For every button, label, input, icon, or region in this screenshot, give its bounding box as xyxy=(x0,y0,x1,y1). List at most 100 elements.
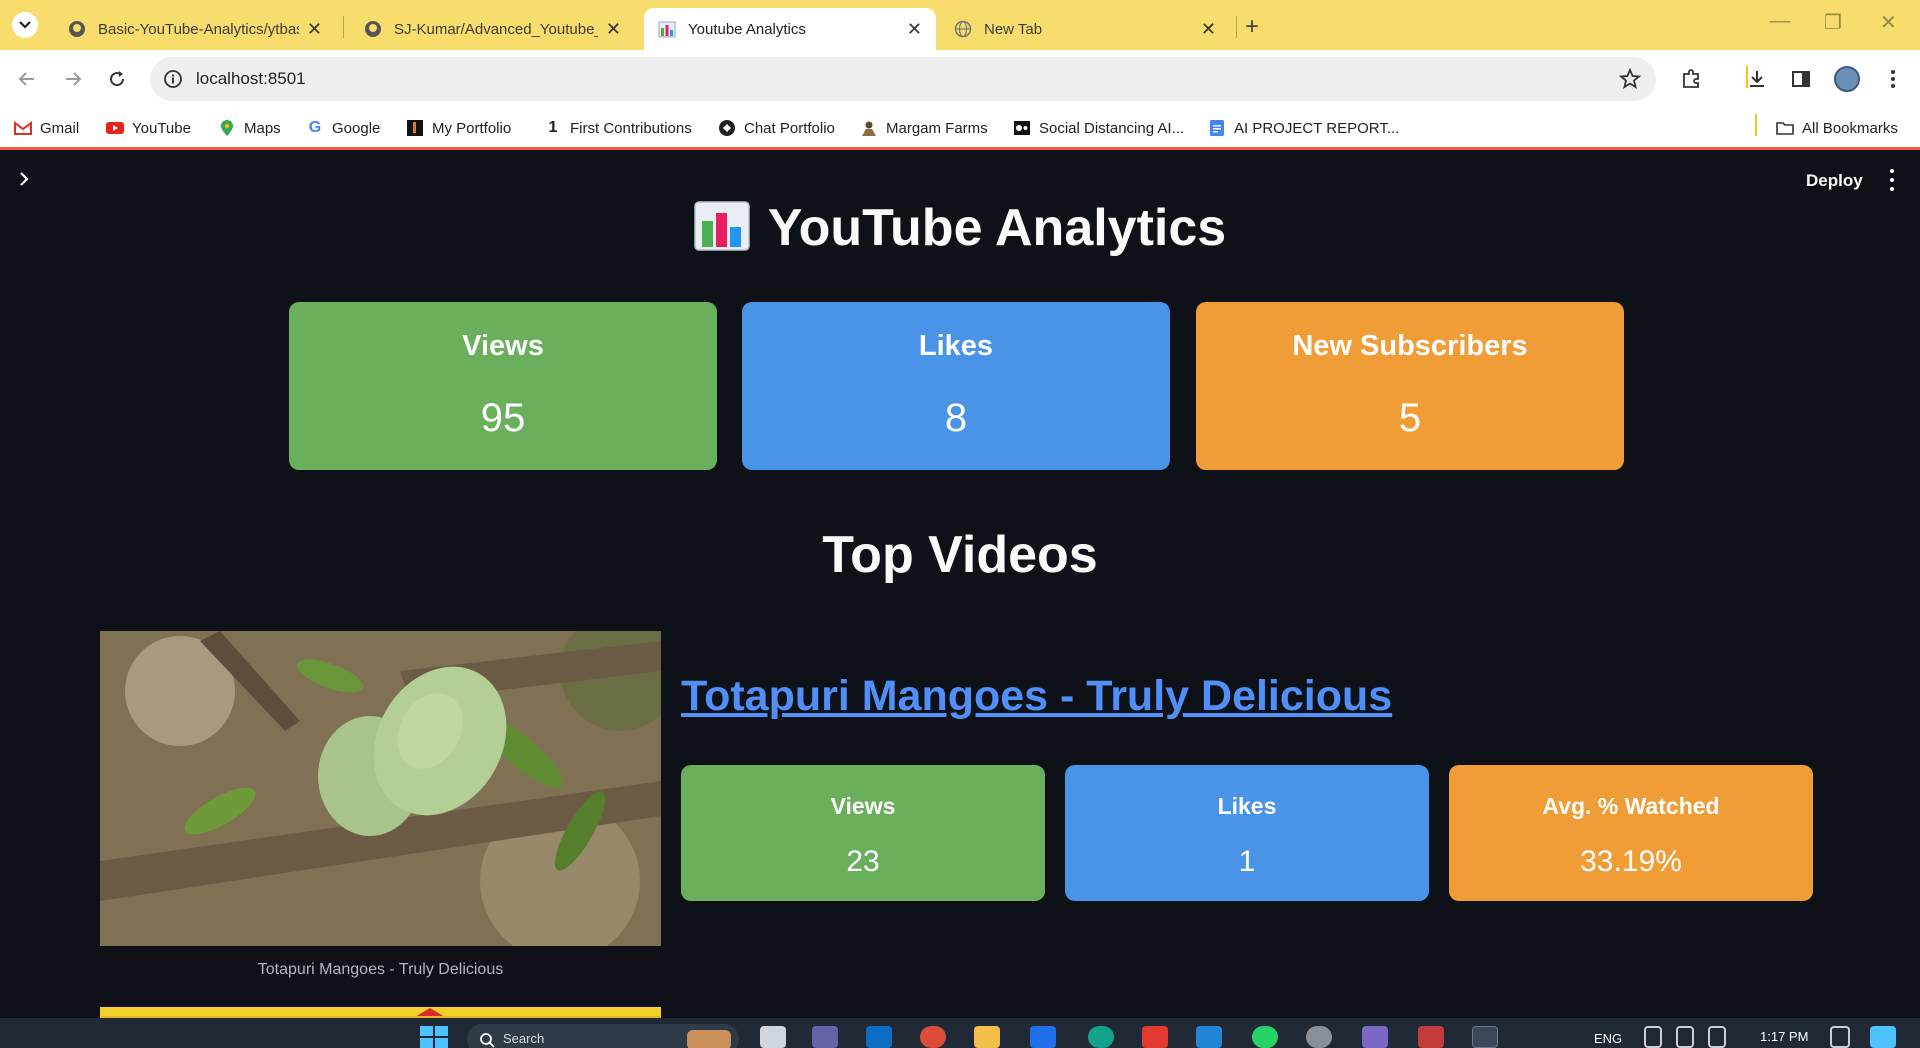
teams-icon[interactable] xyxy=(812,1026,838,1048)
all-bookmarks-button[interactable]: All Bookmarks xyxy=(1776,119,1898,137)
taskbar-search[interactable]: Search xyxy=(467,1024,739,1048)
metric-label: Likes xyxy=(1217,793,1277,819)
reload-button[interactable] xyxy=(104,66,130,92)
close-icon[interactable]: ✕ xyxy=(907,19,922,40)
notifications-icon[interactable] xyxy=(1830,1026,1850,1048)
forward-button[interactable] xyxy=(60,66,86,92)
deploy-button[interactable]: Deploy xyxy=(1806,171,1863,191)
url-text: localhost:8501 xyxy=(196,69,306,88)
media-player-icon[interactable] xyxy=(1306,1026,1332,1048)
windows-taskbar: Search ENG 1:17 PM xyxy=(0,1018,1920,1048)
mail-icon[interactable] xyxy=(866,1026,892,1048)
page-title: YouTube Analytics xyxy=(0,198,1920,258)
bookmark-my-portfolio[interactable]: My Portfolio xyxy=(406,119,511,137)
bookmark-label: My Portfolio xyxy=(432,119,512,137)
close-icon[interactable]: ✕ xyxy=(1201,19,1216,40)
bookmark-label: Social Distancing AI... xyxy=(1039,119,1185,137)
menu-dot xyxy=(1890,187,1894,191)
edge-icon[interactable] xyxy=(1088,1026,1114,1048)
tab-advanced-youtube[interactable]: SJ-Kumar/Advanced_Youtube_A ✕ xyxy=(350,8,635,50)
app-main: Deploy YouTube Analytics Views 95 Likes … xyxy=(0,153,1920,1019)
tab-youtube-analytics[interactable]: Youtube Analytics ✕ xyxy=(644,8,936,50)
restore-icon[interactable]: ❐ xyxy=(1824,10,1842,35)
profile-avatar[interactable] xyxy=(1834,66,1860,92)
window-close-icon[interactable]: ✕ xyxy=(1880,10,1897,35)
close-icon[interactable]: ✕ xyxy=(606,19,621,40)
teams-classic-icon[interactable] xyxy=(1362,1026,1388,1048)
tab-search-button[interactable] xyxy=(12,12,38,38)
google-icon: G xyxy=(308,119,322,136)
menu-dot xyxy=(1890,178,1894,182)
app-menu-button[interactable] xyxy=(1884,169,1900,191)
back-button[interactable] xyxy=(14,66,40,92)
portfolio-icon xyxy=(407,120,423,136)
metric-label: Avg. % Watched xyxy=(1542,793,1720,819)
close-icon[interactable]: ✕ xyxy=(307,19,322,40)
search-highlight-icon xyxy=(687,1030,731,1048)
video-title-link[interactable]: Totapuri Mangoes - Truly Delicious xyxy=(681,672,1392,721)
sidebar-toggle[interactable] xyxy=(18,171,30,192)
bookmark-social-distancing[interactable]: Social Distancing AI... xyxy=(1013,119,1184,137)
input-language[interactable]: ENG xyxy=(1594,1031,1622,1046)
bar-chart-icon xyxy=(658,21,676,38)
clock-time[interactable]: 1:17 PM xyxy=(1760,1029,1808,1044)
chrome-icon[interactable] xyxy=(920,1026,946,1048)
vscode-icon[interactable] xyxy=(1196,1026,1222,1048)
tab-title: Basic-YouTube-Analytics/ytbasic xyxy=(98,20,299,38)
views-metric-card: Views 95 xyxy=(289,302,717,470)
bookmark-label: First Contributions xyxy=(570,119,692,137)
address-bar[interactable]: localhost:8501 xyxy=(150,57,1656,101)
paint-icon[interactable] xyxy=(1418,1026,1444,1048)
video-caption: Totapuri Mangoes - Truly Delicious xyxy=(257,961,504,978)
whatsapp-icon[interactable] xyxy=(1252,1026,1278,1048)
file-explorer-icon[interactable] xyxy=(974,1026,1000,1048)
copilot-icon[interactable] xyxy=(1870,1026,1896,1048)
windows-start-icon[interactable] xyxy=(420,1026,448,1048)
side-panel-button[interactable] xyxy=(1788,66,1814,92)
minimize-icon[interactable]: — xyxy=(1770,10,1790,33)
bookmark-chat-portfolio[interactable]: Chat Portfolio xyxy=(718,119,835,137)
bookmark-youtube[interactable]: YouTube xyxy=(106,119,191,137)
bookmark-first-contributions[interactable]: 1 First Contributions xyxy=(544,119,692,137)
metric-value: 5 xyxy=(1398,396,1422,440)
metric-value: 33.19% xyxy=(1580,845,1682,878)
star-icon[interactable] xyxy=(1618,67,1642,91)
metric-value: 95 xyxy=(480,396,526,440)
battery-icon[interactable] xyxy=(1708,1026,1726,1048)
tab-title: SJ-Kumar/Advanced_Youtube_A xyxy=(394,20,598,38)
video-likes-card: Likes 1 xyxy=(1065,765,1429,901)
folder-icon xyxy=(1776,122,1794,135)
volume-icon[interactable] xyxy=(1676,1026,1694,1048)
bookmark-label: All Bookmarks xyxy=(1802,119,1898,137)
new-tab-button[interactable]: + xyxy=(1245,13,1259,41)
task-view-icon[interactable] xyxy=(760,1026,786,1048)
bookmarks-bar: Gmail YouTube Maps G Google My Portfolio… xyxy=(0,108,1920,150)
tab-new-tab[interactable]: New Tab ✕ xyxy=(940,8,1230,50)
globe-icon xyxy=(954,20,972,38)
network-icon[interactable] xyxy=(1644,1026,1662,1048)
extensions-button[interactable] xyxy=(1678,66,1704,92)
metric-label: Likes xyxy=(918,330,994,362)
bookmark-margam-farms[interactable]: Margam Farms xyxy=(860,119,988,137)
active-app-icon[interactable] xyxy=(1472,1026,1498,1048)
github-icon xyxy=(69,21,85,37)
chevron-down-icon xyxy=(19,21,31,29)
bookmark-google[interactable]: G Google xyxy=(306,119,381,137)
site-info-icon[interactable] xyxy=(163,69,183,89)
brave-icon[interactable] xyxy=(1142,1026,1168,1048)
social-distancing-icon xyxy=(1014,121,1030,135)
tab-basic-youtube-analytics[interactable]: Basic-YouTube-Analytics/ytbasic ✕ xyxy=(54,8,336,50)
subscribers-metric-card: New Subscribers 5 xyxy=(1196,302,1624,470)
arrow-left-icon xyxy=(18,72,34,86)
browser-menu-button[interactable] xyxy=(1880,66,1906,92)
bookmark-label: Google xyxy=(332,119,381,137)
bookmark-ai-project-report[interactable]: AI PROJECT REPORT... xyxy=(1208,119,1399,137)
video-thumbnail[interactable] xyxy=(100,631,661,946)
bookmark-gmail[interactable]: Gmail xyxy=(14,119,79,137)
blue-app-icon[interactable] xyxy=(1030,1026,1056,1048)
bookmark-maps[interactable]: Maps xyxy=(218,119,281,137)
video-watched-card: Avg. % Watched 33.19% xyxy=(1449,765,1813,901)
tab-strip: Basic-YouTube-Analytics/ytbasic ✕ SJ-Kum… xyxy=(0,0,1920,50)
metric-label: Views xyxy=(462,330,544,362)
metric-value: 1 xyxy=(1238,845,1256,878)
